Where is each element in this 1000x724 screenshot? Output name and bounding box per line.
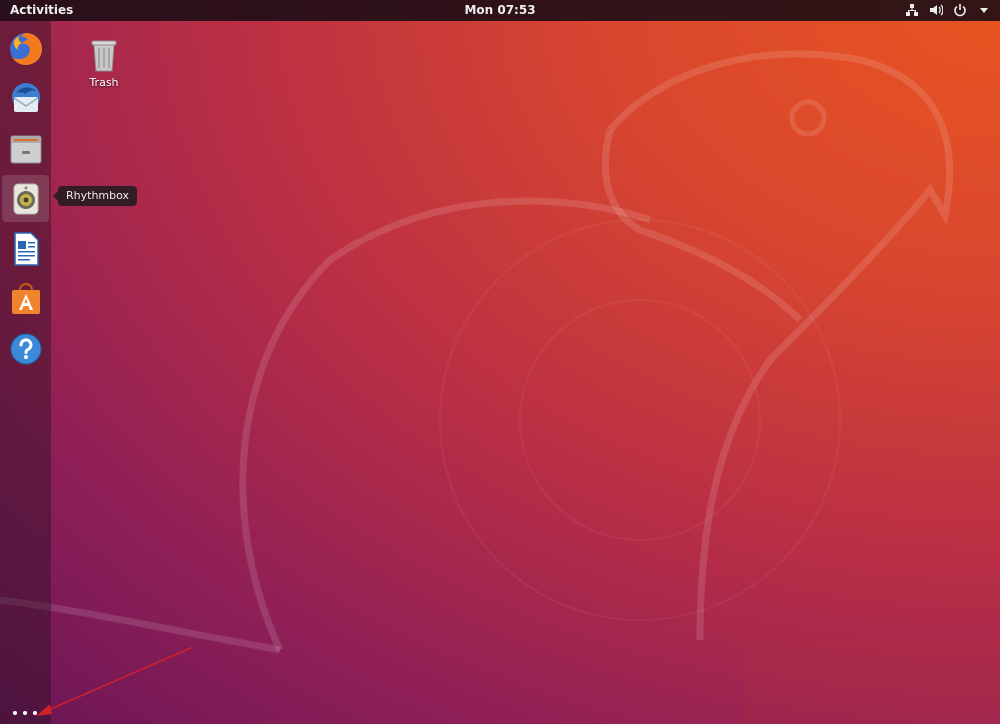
dock-item-rhythmbox[interactable]: [2, 175, 49, 222]
dock-item-ubuntu-software[interactable]: [2, 275, 49, 322]
files-icon: [10, 135, 41, 163]
desktop-icon-trash[interactable]: Trash: [77, 35, 131, 89]
desktop-icon-label: Trash: [89, 76, 119, 89]
thunderbird-icon: [11, 82, 40, 112]
software-icon: [11, 282, 40, 314]
network-wired-icon[interactable]: [904, 2, 920, 18]
clock-button[interactable]: Mon 07:53: [464, 3, 535, 17]
chevron-down-icon[interactable]: [976, 2, 992, 18]
dock-tooltip: Rhythmbox: [52, 186, 138, 206]
system-tray[interactable]: [904, 2, 992, 18]
volume-icon[interactable]: [928, 2, 944, 18]
annotation-arrow: [36, 646, 194, 716]
corner-blur: [745, 640, 1000, 724]
writer-icon: [13, 231, 39, 266]
help-icon: [10, 333, 41, 364]
dock-item-files[interactable]: [2, 125, 49, 172]
dock-item-writer[interactable]: [2, 225, 49, 272]
dock-item-help[interactable]: [2, 325, 49, 372]
dock: [0, 21, 51, 724]
top-bar: Activities Mon 07:53: [0, 0, 1000, 21]
wallpaper-art: [0, 50, 954, 654]
clock-container: Mon 07:53: [0, 3, 1000, 17]
power-icon[interactable]: [952, 2, 968, 18]
dock-item-thunderbird[interactable]: [2, 75, 49, 122]
firefox-icon: [9, 32, 42, 65]
dock-item-firefox[interactable]: [2, 25, 49, 72]
trash-icon: [91, 40, 117, 72]
rhythmbox-icon: [13, 183, 38, 214]
apps-grid-icon[interactable]: [13, 711, 39, 721]
